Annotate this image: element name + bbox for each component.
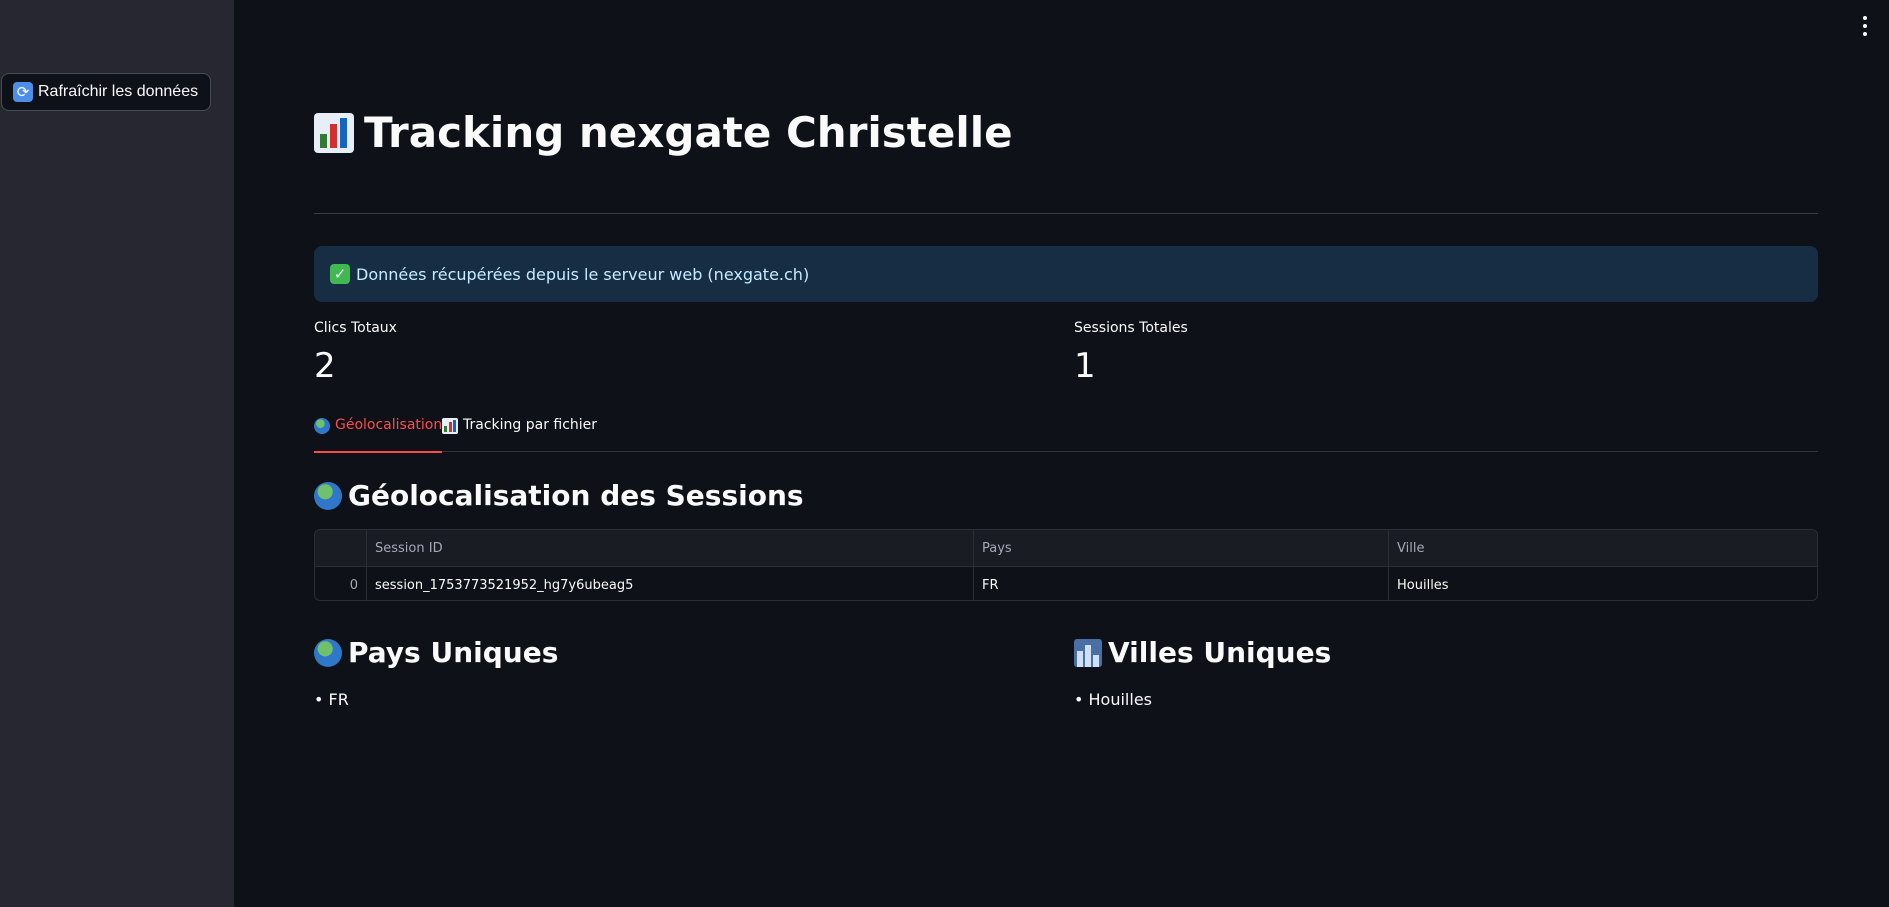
section-title-geolocation: Géolocalisation des Sessions: [314, 479, 804, 512]
refresh-icon: ⟳: [13, 82, 33, 102]
section-title-text: Villes Uniques: [1108, 636, 1332, 669]
tab-label: Tracking par fichier: [463, 417, 598, 433]
metric-value: 2: [314, 346, 336, 386]
cell-session-id[interactable]: session_1753773521952_hg7y6ubeag5: [367, 567, 974, 600]
check-icon: ✓: [330, 264, 350, 284]
bar-chart-icon: [442, 418, 458, 434]
section-title-unique-cities: Villes Uniques: [1074, 636, 1331, 669]
vertical-dots-icon[interactable]: [1859, 16, 1871, 36]
list-item: • FR: [314, 690, 349, 709]
metric-total-sessions: Sessions Totales 1: [1074, 320, 1188, 386]
success-alert: ✓ Données récupérées depuis le serveur w…: [314, 246, 1818, 302]
metric-label: Clics Totaux: [314, 320, 397, 336]
main-content: Tracking nexgate Christelle ✓ Données ré…: [234, 0, 1889, 907]
table-header-row: Session ID Pays Ville: [315, 530, 1817, 567]
sidebar: ⟳ Rafraîchir les données: [0, 0, 234, 907]
globe-icon: [314, 418, 330, 434]
cell-ville[interactable]: Houilles: [1389, 567, 1817, 600]
sessions-table[interactable]: Session ID Pays Ville 0 session_17537735…: [314, 529, 1818, 601]
tab-geolocalisation[interactable]: Géolocalisation: [314, 417, 443, 453]
globe-icon: [314, 481, 342, 510]
cell-pays[interactable]: FR: [974, 567, 1389, 600]
tab-bar: Géolocalisation Tracking par fichier: [314, 417, 1818, 453]
section-title-unique-countries: Pays Uniques: [314, 636, 558, 669]
list-item: • Houilles: [1074, 690, 1152, 709]
tab-tracking-par-fichier[interactable]: Tracking par fichier: [442, 417, 597, 452]
globe-icon: [314, 638, 342, 667]
alert-text: Données récupérées depuis le serveur web…: [356, 264, 810, 284]
column-header-pays[interactable]: Pays: [974, 530, 1389, 566]
metric-label: Sessions Totales: [1074, 320, 1188, 336]
metric-value: 1: [1074, 346, 1096, 386]
column-header-ville[interactable]: Ville: [1389, 530, 1817, 566]
refresh-data-button[interactable]: ⟳ Rafraîchir les données: [1, 73, 212, 111]
row-index: 0: [315, 567, 367, 600]
tab-label: Géolocalisation: [335, 417, 443, 433]
refresh-button-label: Rafraîchir les données: [38, 83, 199, 100]
section-title-text: Pays Uniques: [348, 636, 559, 669]
page-title-text: Tracking nexgate Christelle: [364, 108, 1013, 157]
table-row: 0 session_1753773521952_hg7y6ubeag5 FR H…: [315, 567, 1817, 600]
metric-total-clicks: Clics Totaux 2: [314, 320, 397, 386]
app-root: ⟳ Rafraîchir les données Tracking nexgat…: [0, 0, 1889, 907]
city-icon: [1074, 638, 1102, 667]
divider: [314, 213, 1818, 214]
bar-chart-icon: [314, 112, 354, 153]
column-header-session-id[interactable]: Session ID: [367, 530, 974, 566]
page-title: Tracking nexgate Christelle: [314, 108, 1013, 157]
column-header-index: [315, 530, 367, 566]
section-title-text: Géolocalisation des Sessions: [348, 479, 804, 512]
